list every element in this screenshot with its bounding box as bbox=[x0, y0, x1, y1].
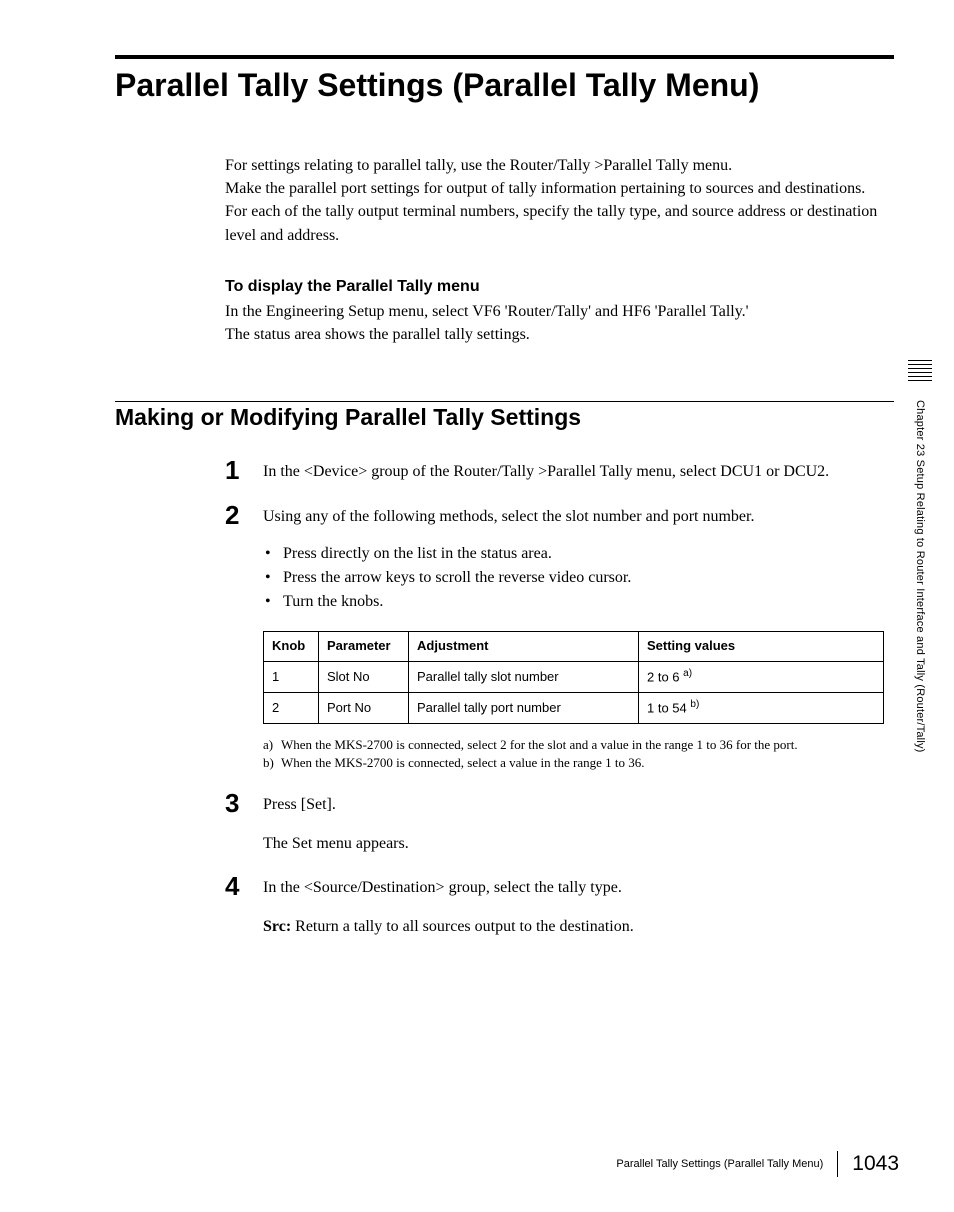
display-heading: To display the Parallel Tally menu bbox=[225, 275, 884, 298]
setval-text: 1 to 54 bbox=[647, 701, 687, 716]
parameter-table: Knob Parameter Adjustment Setting values… bbox=[263, 631, 884, 724]
page-number: 1043 bbox=[852, 1152, 899, 1176]
display-p2: The status area shows the parallel tally… bbox=[225, 323, 884, 346]
step-number: 4 bbox=[225, 873, 263, 938]
footnote-text: When the MKS-2700 is connected, select a… bbox=[281, 754, 645, 772]
step-sub: The Set menu appears. bbox=[263, 832, 884, 855]
th-knob: Knob bbox=[264, 632, 319, 662]
chapter-label: Chapter 23 Setup Relating to Router Inte… bbox=[914, 400, 926, 753]
bullet-text: Turn the knobs. bbox=[283, 590, 383, 613]
bullet-mark: • bbox=[265, 566, 283, 589]
intro-p3: For each of the tally output terminal nu… bbox=[225, 200, 884, 246]
step-number: 2 bbox=[225, 502, 263, 772]
step-content: Press [Set]. The Set menu appears. bbox=[263, 790, 884, 855]
thumb-index-icon bbox=[908, 360, 932, 384]
page-title: Parallel Tally Settings (Parallel Tally … bbox=[115, 67, 894, 104]
footnote-label: a) bbox=[263, 736, 281, 754]
step-content: Using any of the following methods, sele… bbox=[263, 502, 884, 772]
step-text: In the <Source/Destination> group, selec… bbox=[263, 879, 622, 896]
src-definition: Src: Return a tally to all sources outpu… bbox=[263, 915, 884, 938]
step-3: 3 Press [Set]. The Set menu appears. bbox=[225, 790, 884, 855]
bullet-item: • Press directly on the list in the stat… bbox=[265, 542, 884, 565]
setval-text: 2 to 6 bbox=[647, 669, 680, 684]
table-row: 2 Port No Parallel tally port number 1 t… bbox=[264, 693, 884, 724]
step-4: 4 In the <Source/Destination> group, sel… bbox=[225, 873, 884, 938]
src-text: Return a tally to all sources output to … bbox=[291, 918, 634, 935]
bullet-text: Press the arrow keys to scroll the rever… bbox=[283, 566, 631, 589]
side-tab: Chapter 23 Setup Relating to Router Inte… bbox=[908, 360, 932, 753]
footnotes: a) When the MKS-2700 is connected, selec… bbox=[263, 736, 884, 771]
td-knob: 2 bbox=[264, 693, 319, 724]
page-footer: Parallel Tally Settings (Parallel Tally … bbox=[616, 1151, 899, 1177]
bullet-list: • Press directly on the list in the stat… bbox=[265, 542, 884, 614]
footnote-ref: a) bbox=[683, 668, 692, 679]
display-p1: In the Engineering Setup menu, select VF… bbox=[225, 300, 884, 323]
footer-title: Parallel Tally Settings (Parallel Tally … bbox=[616, 1158, 823, 1170]
intro-block: For settings relating to parallel tally,… bbox=[225, 154, 884, 346]
bullet-text: Press directly on the list in the status… bbox=[283, 542, 552, 565]
table-row: 1 Slot No Parallel tally slot number 2 t… bbox=[264, 662, 884, 693]
footnote-ref: b) bbox=[690, 699, 699, 710]
footnote-b: b) When the MKS-2700 is connected, selec… bbox=[263, 754, 884, 772]
src-label: Src: bbox=[263, 918, 291, 935]
intro-p1: For settings relating to parallel tally,… bbox=[225, 154, 884, 177]
table-header-row: Knob Parameter Adjustment Setting values bbox=[264, 632, 884, 662]
bullet-item: • Turn the knobs. bbox=[265, 590, 884, 613]
bullet-mark: • bbox=[265, 590, 283, 613]
step-text: Press [Set]. bbox=[263, 796, 336, 813]
step-1: 1 In the <Device> group of the Router/Ta… bbox=[225, 457, 884, 483]
bullet-mark: • bbox=[265, 542, 283, 565]
intro-p2: Make the parallel port settings for outp… bbox=[225, 177, 884, 200]
footnote-a: a) When the MKS-2700 is connected, selec… bbox=[263, 736, 884, 754]
footer-divider bbox=[837, 1151, 838, 1177]
td-adj: Parallel tally slot number bbox=[409, 662, 639, 693]
td-param: Slot No bbox=[319, 662, 409, 693]
section-title: Making or Modifying Parallel Tally Setti… bbox=[115, 404, 894, 431]
title-rule bbox=[115, 55, 894, 59]
step-number: 3 bbox=[225, 790, 263, 855]
footnote-text: When the MKS-2700 is connected, select 2… bbox=[281, 736, 798, 754]
td-knob: 1 bbox=[264, 662, 319, 693]
step-content: In the <Source/Destination> group, selec… bbox=[263, 873, 884, 938]
step-text: Using any of the following methods, sele… bbox=[263, 508, 754, 525]
step-text: In the <Device> group of the Router/Tall… bbox=[263, 457, 884, 483]
th-param: Parameter bbox=[319, 632, 409, 662]
td-adj: Parallel tally port number bbox=[409, 693, 639, 724]
th-adj: Adjustment bbox=[409, 632, 639, 662]
footnote-label: b) bbox=[263, 754, 281, 772]
th-setval: Setting values bbox=[639, 632, 884, 662]
step-number: 1 bbox=[225, 457, 263, 483]
td-setval: 1 to 54 b) bbox=[639, 693, 884, 724]
bullet-item: • Press the arrow keys to scroll the rev… bbox=[265, 566, 884, 589]
td-param: Port No bbox=[319, 693, 409, 724]
td-setval: 2 to 6 a) bbox=[639, 662, 884, 693]
step-2: 2 Using any of the following methods, se… bbox=[225, 502, 884, 772]
section-rule bbox=[115, 401, 894, 402]
